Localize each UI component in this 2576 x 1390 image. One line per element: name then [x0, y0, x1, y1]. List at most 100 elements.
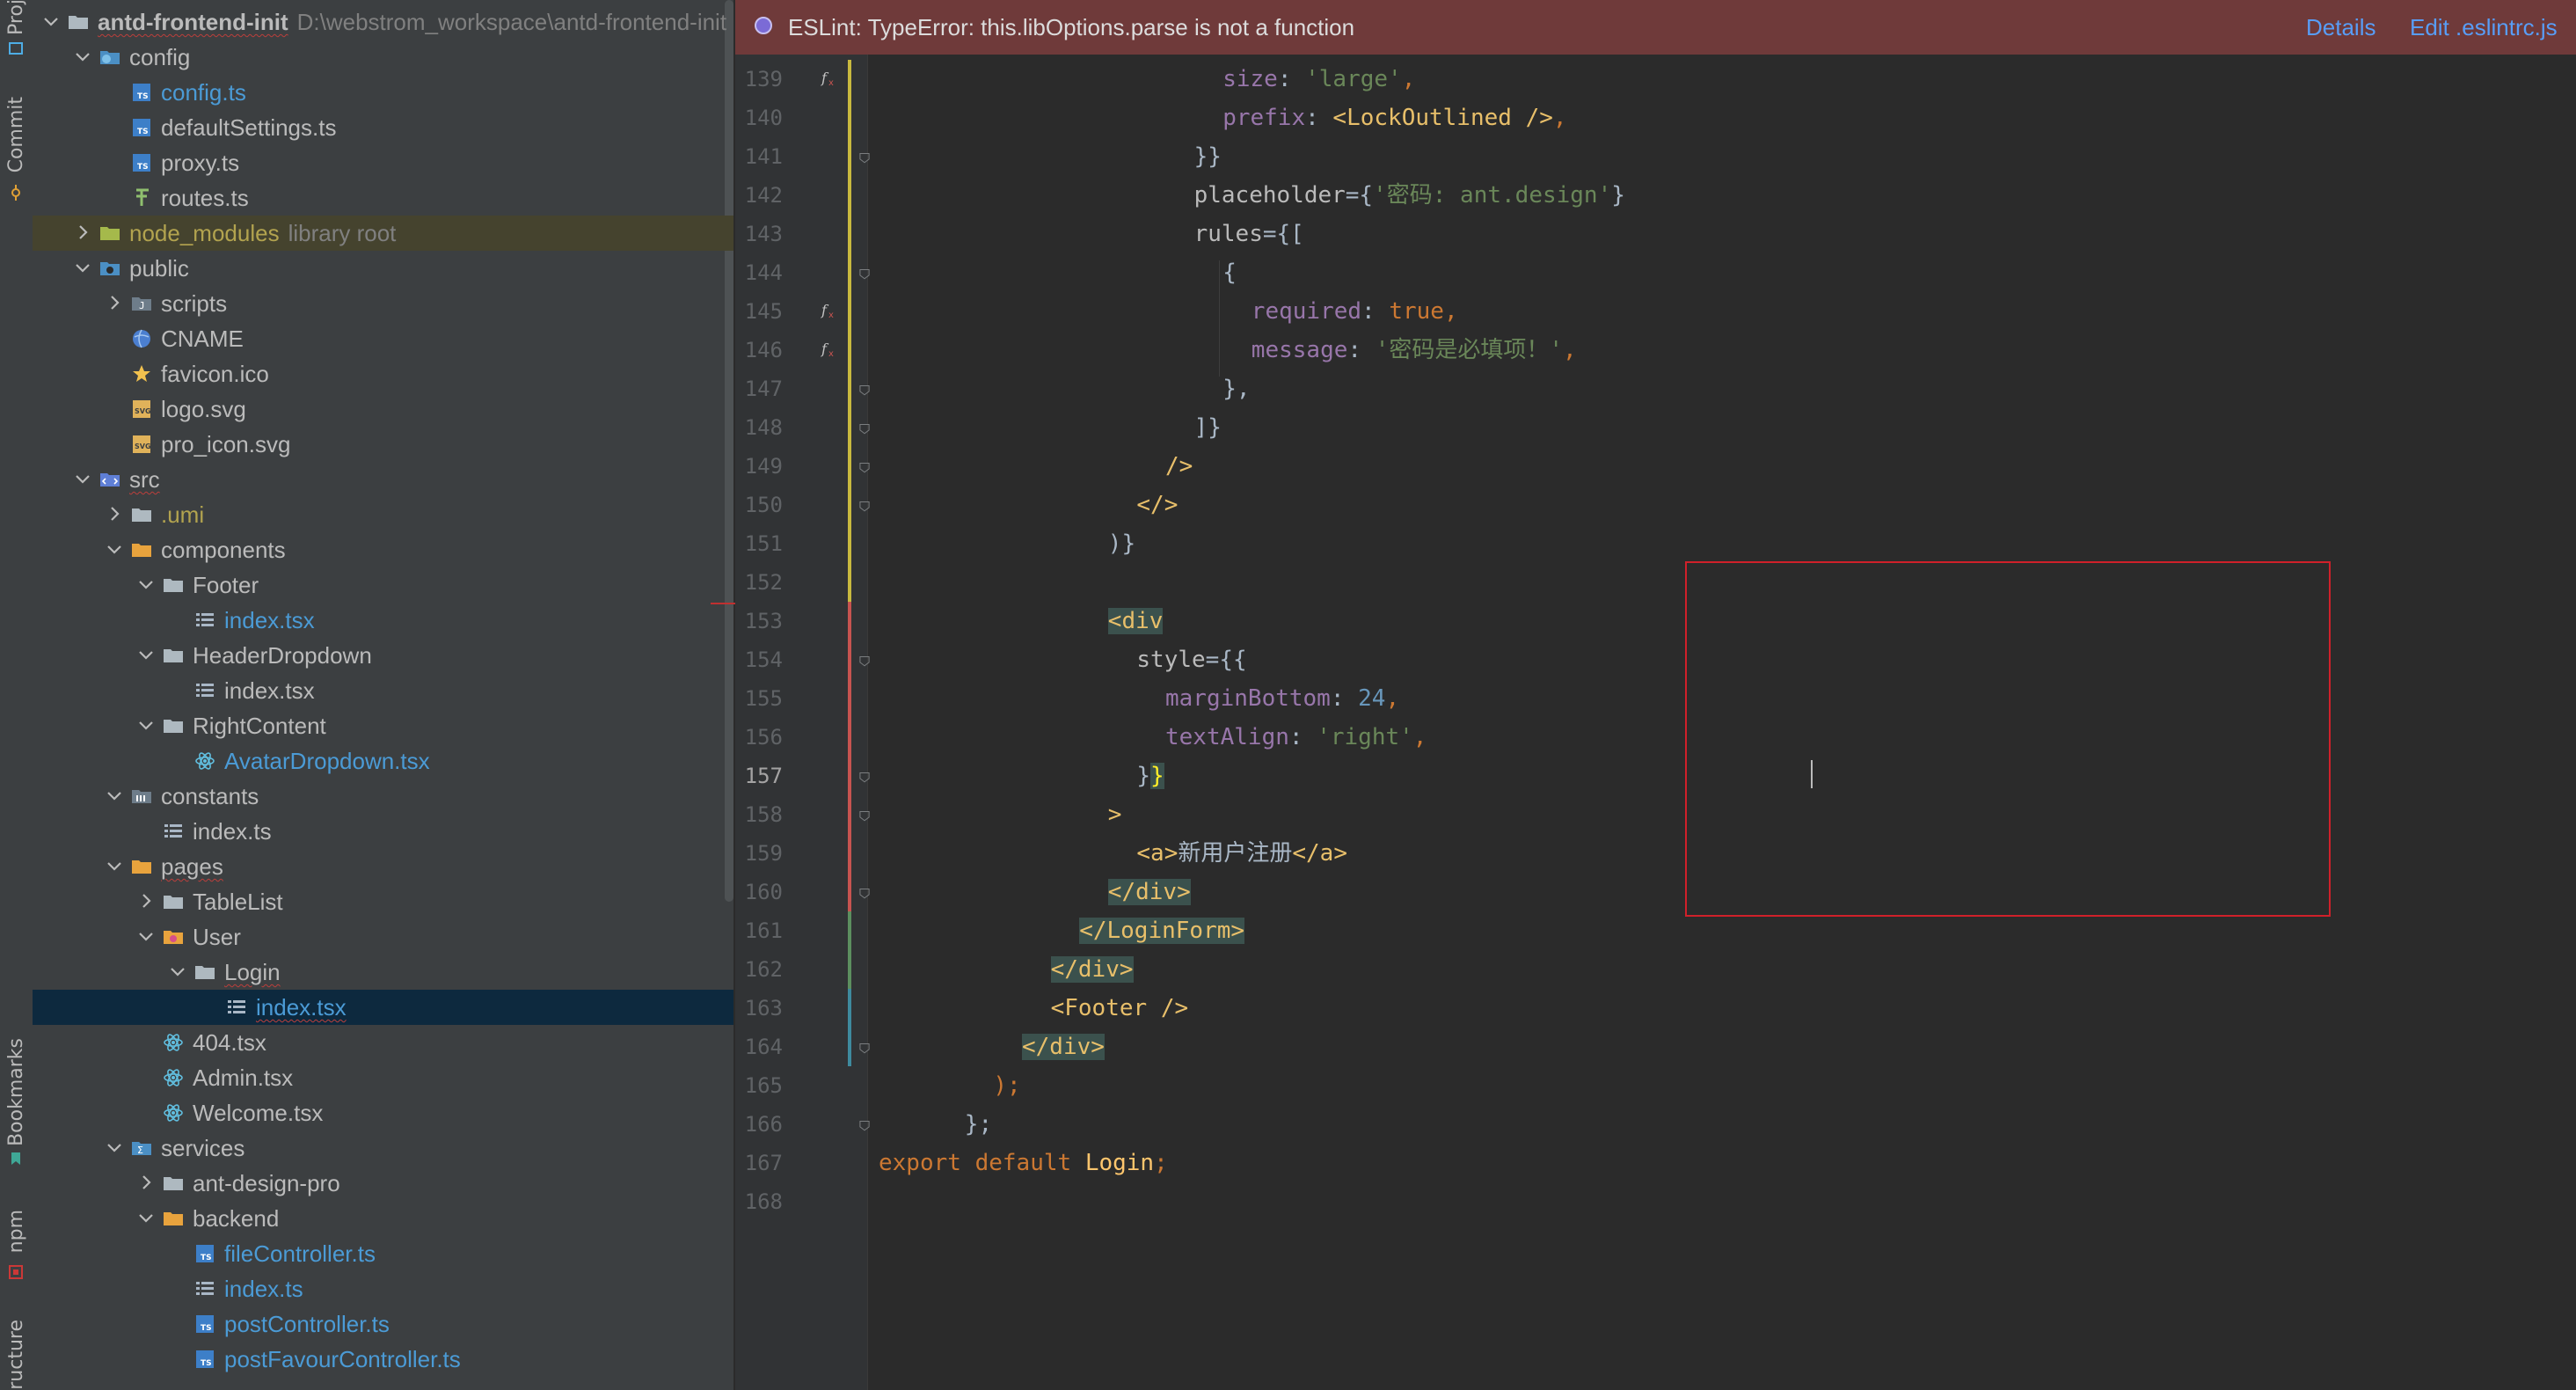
function-gutter-icon[interactable]: fx [820, 69, 839, 88]
tree-root-item[interactable]: antd-frontend-init D:\webstrom_workspace\… [33, 4, 733, 40]
tree-item[interactable]: Σservices [33, 1130, 733, 1166]
tree-item[interactable]: pages [33, 849, 733, 884]
code-line[interactable]: prefix: <LockOutlined />, [1222, 99, 1566, 137]
chevron-down-icon[interactable] [168, 962, 187, 981]
tree-item[interactable]: components [33, 532, 733, 567]
code-line[interactable]: { [1222, 253, 1237, 292]
chevron-right-icon[interactable] [136, 1173, 156, 1192]
code-editor[interactable]: ESLint: TypeError: this.libOptions.parse… [735, 0, 2576, 1390]
code-line[interactable]: <Footer /> [1051, 989, 1189, 1028]
code-line[interactable]: export default Login; [879, 1144, 1168, 1182]
tree-item[interactable]: .umi [33, 497, 733, 532]
code-line[interactable]: rules={[ [1194, 215, 1304, 253]
tree-item[interactable]: RightContent [33, 708, 733, 743]
tree-item[interactable]: User [33, 919, 733, 955]
tree-item[interactable]: ant-design-pro [33, 1166, 733, 1201]
code-line[interactable]: </div> [1050, 950, 1134, 989]
code-line[interactable]: }} [1194, 137, 1222, 176]
code-line[interactable]: }, [1222, 369, 1250, 408]
chevron-right-icon[interactable] [73, 223, 92, 242]
chevron-down-icon[interactable] [105, 539, 124, 559]
vcs-change-marker[interactable] [848, 989, 851, 1066]
function-gutter-icon[interactable]: fx [820, 301, 839, 320]
code-line[interactable]: </> [1136, 486, 1178, 524]
structure-tool-tab[interactable]: Structure [0, 1320, 33, 1390]
fold-icon[interactable] [858, 267, 871, 280]
tree-item[interactable]: Footer [33, 567, 733, 603]
code-line[interactable]: </div> [1107, 873, 1191, 911]
fold-icon[interactable] [858, 151, 871, 164]
tree-item[interactable]: node_modules library root [33, 216, 733, 251]
tree-item[interactable]: TS postController.ts [33, 1306, 733, 1342]
code-line[interactable]: }; [965, 1105, 992, 1144]
fold-icon[interactable] [858, 422, 871, 435]
details-link[interactable]: Details [2306, 14, 2375, 41]
code-line[interactable]: )} [1108, 524, 1135, 563]
function-gutter-icon[interactable]: fx [820, 340, 839, 359]
chevron-down-icon[interactable] [41, 11, 61, 31]
chevron-down-icon[interactable] [105, 1138, 124, 1157]
chevron-down-icon[interactable] [73, 469, 92, 488]
code-line[interactable]: ); [993, 1066, 1020, 1105]
npm-tool-tab[interactable]: npm [0, 1210, 33, 1289]
tree-item[interactable]: SVG pro_icon.svg [33, 427, 733, 462]
chevron-down-icon[interactable] [73, 258, 92, 277]
fold-icon[interactable] [858, 1042, 871, 1054]
tree-item[interactable]: AvatarDropdown.tsx [33, 743, 733, 779]
tree-item[interactable]: public [33, 251, 733, 286]
fold-icon[interactable] [858, 461, 871, 473]
fold-icon[interactable] [858, 809, 871, 822]
code-line[interactable]: message: '密码是必填项！', [1252, 331, 1577, 369]
chevron-right-icon[interactable] [136, 891, 156, 911]
tree-item[interactable]: config [33, 40, 733, 75]
code-line[interactable]: <a>新用户注册</a> [1136, 834, 1347, 873]
fold-icon[interactable] [858, 500, 871, 512]
tree-item[interactable]: 404.tsx [33, 1025, 733, 1060]
chevron-down-icon[interactable] [136, 574, 156, 594]
tree-item[interactable]: backend [33, 1201, 733, 1236]
tree-item[interactable]: routes.ts [33, 180, 733, 216]
tree-item[interactable]: index.tsx [33, 673, 733, 708]
chevron-down-icon[interactable] [73, 47, 92, 66]
tree-item[interactable]: TS proxy.ts [33, 145, 733, 180]
code-line[interactable]: style={{ [1136, 640, 1246, 679]
tree-item[interactable]: Login [33, 955, 733, 990]
tree-item[interactable]: Welcome.tsx [33, 1095, 733, 1130]
chevron-down-icon[interactable] [136, 926, 156, 946]
tree-item[interactable]: index.tsx [33, 603, 733, 638]
code-line[interactable]: }} [1136, 757, 1164, 795]
fold-icon[interactable] [858, 771, 871, 783]
code-line[interactable]: textAlign: 'right', [1165, 718, 1427, 757]
chevron-down-icon[interactable] [136, 645, 156, 664]
code-line[interactable]: /> [1165, 447, 1193, 486]
tree-item[interactable]: index.ts [33, 1271, 733, 1306]
chevron-down-icon[interactable] [136, 715, 156, 735]
tree-item[interactable]: SVG logo.svg [33, 391, 733, 427]
tree-item[interactable]: TS defaultSettings.ts [33, 110, 733, 145]
chevron-down-icon[interactable] [136, 1208, 156, 1227]
chevron-right-icon[interactable] [105, 293, 124, 312]
code-line[interactable]: required: true, [1252, 292, 1458, 331]
code-line[interactable]: > [1108, 795, 1122, 834]
tree-item[interactable]: constants [33, 779, 733, 814]
chevron-down-icon[interactable] [105, 786, 124, 805]
code-line[interactable]: placeholder={'密码: ant.design'} [1194, 176, 1625, 215]
edit-eslintrc-link[interactable]: Edit .eslintrc.js [2410, 14, 2558, 41]
chevron-right-icon[interactable] [105, 504, 124, 523]
tree-item[interactable]: Jscripts [33, 286, 733, 321]
code-line[interactable]: ]} [1194, 408, 1222, 447]
vcs-change-marker[interactable] [848, 60, 851, 602]
tree-item[interactable]: HeaderDropdown [33, 638, 733, 673]
bookmarks-tool-tab[interactable]: Bookmarks [0, 1038, 33, 1179]
fold-icon[interactable] [858, 655, 871, 667]
project-tool-tab[interactable]: Project [0, 0, 33, 62]
tree-item[interactable]: TableList [33, 884, 733, 919]
vcs-change-marker[interactable] [848, 602, 851, 911]
tree-item[interactable]: TS fileController.ts [33, 1236, 733, 1271]
code-line[interactable]: </div> [1022, 1028, 1105, 1066]
tree-item[interactable]: index.tsx [33, 990, 733, 1025]
code-line[interactable]: size: 'large', [1222, 60, 1415, 99]
code-line[interactable]: marginBottom: 24, [1165, 679, 1399, 718]
fold-icon[interactable] [858, 887, 871, 899]
tree-item[interactable]: CNAME [33, 321, 733, 356]
